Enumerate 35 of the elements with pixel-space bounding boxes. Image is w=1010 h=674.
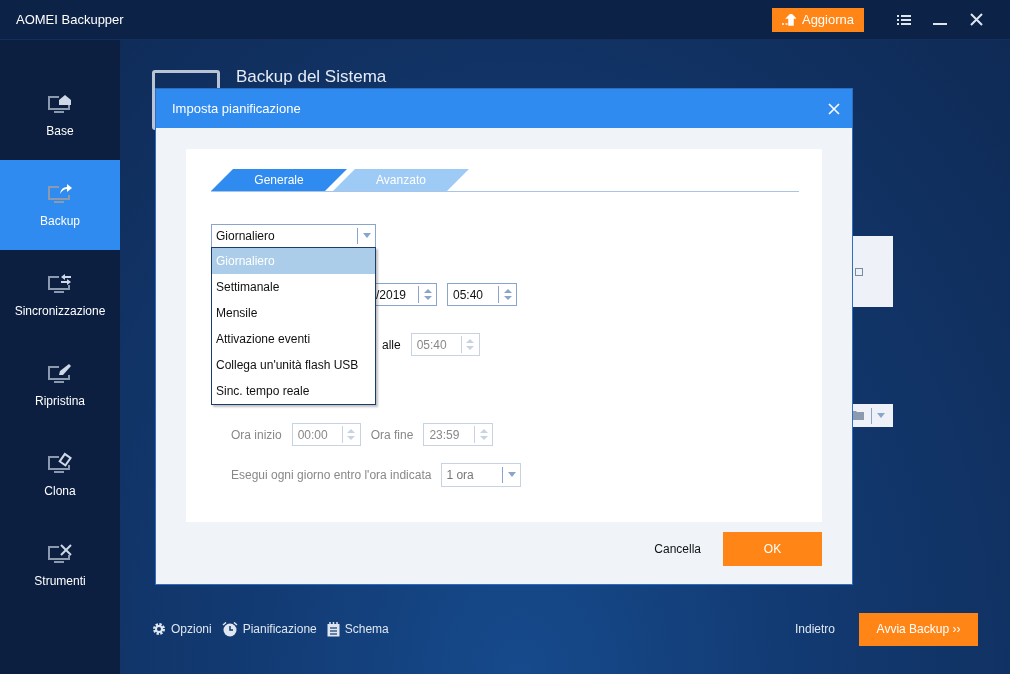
footer-link[interactable]: Opzioni bbox=[152, 622, 212, 636]
upload-arrow-icon bbox=[781, 13, 796, 26]
sidebar-item[interactable]: Base bbox=[0, 70, 120, 160]
monitor-restore-icon bbox=[47, 362, 73, 386]
page-title: Backup del Sistema bbox=[236, 68, 387, 86]
notepad-icon bbox=[326, 621, 340, 637]
back-button[interactable]: Indietro bbox=[788, 621, 841, 637]
footer-link[interactable]: Pianificazione bbox=[221, 621, 317, 637]
field-label: alle bbox=[382, 337, 401, 352]
sidebar-item[interactable]: Sincronizzazione bbox=[0, 250, 120, 340]
monitor-sync-icon bbox=[47, 272, 73, 296]
footer-link[interactable]: Schema bbox=[326, 621, 389, 637]
field-label: Ora inizio bbox=[231, 427, 282, 442]
dropdown-option[interactable]: Settimanale bbox=[212, 274, 375, 300]
cancel-button[interactable]: Cancella bbox=[648, 541, 707, 557]
settings-icon bbox=[152, 622, 166, 636]
monitor-home-icon bbox=[47, 92, 73, 116]
monitor-tools-icon bbox=[47, 542, 73, 566]
app-title: AOMEI Backupper bbox=[16, 12, 125, 27]
monitor-share-icon bbox=[47, 182, 73, 206]
field-label: Ora fine bbox=[370, 427, 414, 442]
field-label: Esegui ogni giorno entro l'ora indicata bbox=[231, 467, 432, 482]
sidebar-item[interactable]: Ripristina bbox=[0, 340, 120, 430]
alarm-clock-icon bbox=[221, 621, 238, 637]
dropdown-option[interactable]: Collega un'unità flash USB bbox=[212, 352, 375, 378]
dropdown-option[interactable]: Sinc. tempo reale bbox=[212, 378, 375, 404]
time-field[interactable]: 05:40 bbox=[447, 283, 517, 306]
sidebar-item[interactable]: Strumenti bbox=[0, 520, 120, 610]
frequency-dropdown[interactable]: Giornaliero bbox=[211, 223, 376, 248]
sidebar-item[interactable]: Clona bbox=[0, 430, 120, 520]
dropdown-option[interactable]: Mensile bbox=[212, 300, 375, 326]
dialog-title: Imposta pianificazione bbox=[172, 101, 301, 116]
dropdown-option[interactable]: Attivazione eventi bbox=[212, 326, 375, 352]
monitor-clone-icon bbox=[47, 452, 73, 476]
square-icon bbox=[855, 267, 863, 276]
